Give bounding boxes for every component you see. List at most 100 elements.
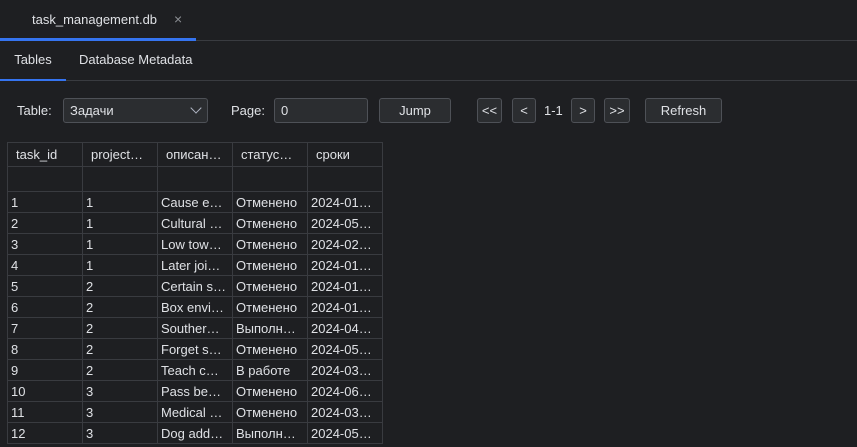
- next-page-button[interactable]: >: [571, 98, 595, 123]
- table-cell[interactable]: 3: [7, 233, 83, 255]
- filter-cell[interactable]: [157, 166, 233, 192]
- table-cell[interactable]: 3: [82, 401, 158, 423]
- table-cell[interactable]: 2024-01…: [307, 275, 383, 297]
- table-cell[interactable]: Certain s…: [157, 275, 233, 297]
- table-cell[interactable]: Box envi…: [157, 296, 233, 318]
- table-row[interactable]: 10 3 Pass be… Отменено 2024-06…: [7, 380, 383, 402]
- table-cell[interactable]: Отменено: [232, 380, 308, 402]
- table-cell[interactable]: 2024-05…: [307, 422, 383, 444]
- table-row[interactable]: 1 1 Cause e… Отменено 2024-01…: [7, 191, 383, 213]
- column-header[interactable]: project…: [82, 142, 158, 167]
- table-cell[interactable]: 2: [82, 296, 158, 318]
- table-cell[interactable]: Cause e…: [157, 191, 233, 213]
- table-cell[interactable]: Выполн…: [232, 422, 308, 444]
- tab-tables[interactable]: Tables: [0, 41, 66, 81]
- table-cell[interactable]: Отменено: [232, 338, 308, 360]
- file-tab-bar: task_management.db ×: [0, 0, 857, 41]
- table-cell[interactable]: 2024-06…: [307, 380, 383, 402]
- table-cell[interactable]: 3: [82, 380, 158, 402]
- table-row[interactable]: 2 1 Cultural … Отменено 2024-05…: [7, 212, 383, 234]
- file-tab-task-management[interactable]: task_management.db ×: [0, 0, 196, 41]
- table-cell[interactable]: Medical …: [157, 401, 233, 423]
- table-row[interactable]: 6 2 Box envi… Отменено 2024-01…: [7, 296, 383, 318]
- table-row[interactable]: 8 2 Forget s… Отменено 2024-05…: [7, 338, 383, 360]
- table-cell[interactable]: Отменено: [232, 212, 308, 234]
- table-cell[interactable]: Отменено: [232, 275, 308, 297]
- table-cell[interactable]: 2024-04…: [307, 317, 383, 339]
- table-cell[interactable]: 2024-01…: [307, 191, 383, 213]
- page-input[interactable]: [274, 98, 368, 123]
- table-row[interactable]: 9 2 Teach c… В работе 2024-03…: [7, 359, 383, 381]
- table-cell[interactable]: 1: [82, 191, 158, 213]
- table-cell[interactable]: Отменено: [232, 401, 308, 423]
- table-cell[interactable]: 2024-03…: [307, 359, 383, 381]
- table-cell[interactable]: Teach c…: [157, 359, 233, 381]
- first-page-button[interactable]: <<: [477, 98, 502, 123]
- filter-cell[interactable]: [82, 166, 158, 192]
- table-cell[interactable]: Отменено: [232, 233, 308, 255]
- table-cell[interactable]: 1: [82, 212, 158, 234]
- table-cell[interactable]: 1: [7, 191, 83, 213]
- column-header[interactable]: task_id: [7, 142, 83, 167]
- last-page-button[interactable]: >>: [604, 98, 630, 123]
- table-cell[interactable]: 2: [82, 317, 158, 339]
- table-cell[interactable]: 5: [7, 275, 83, 297]
- filter-cell[interactable]: [307, 166, 383, 192]
- table-cell[interactable]: 11: [7, 401, 83, 423]
- filter-cell[interactable]: [232, 166, 308, 192]
- table-row[interactable]: 12 3 Dog add… Выполн… 2024-05…: [7, 422, 383, 444]
- table-cell[interactable]: 6: [7, 296, 83, 318]
- column-header[interactable]: описан…: [157, 142, 233, 167]
- table-cell[interactable]: В работе: [232, 359, 308, 381]
- table-cell[interactable]: 1: [82, 254, 158, 276]
- table-cell[interactable]: Pass be…: [157, 380, 233, 402]
- table-cell[interactable]: 2: [7, 212, 83, 234]
- table-cell[interactable]: 2024-02…: [307, 233, 383, 255]
- table-row[interactable]: 7 2 Souther… Выполн… 2024-04…: [7, 317, 383, 339]
- table-cell[interactable]: 2: [82, 275, 158, 297]
- table-cell[interactable]: 2: [82, 338, 158, 360]
- table-cell[interactable]: 1: [82, 233, 158, 255]
- table-cell[interactable]: 9: [7, 359, 83, 381]
- refresh-button[interactable]: Refresh: [645, 98, 722, 123]
- table-cell[interactable]: Выполн…: [232, 317, 308, 339]
- filter-cell[interactable]: [7, 166, 83, 192]
- table-cell[interactable]: 2024-05…: [307, 212, 383, 234]
- table-cell[interactable]: Dog add…: [157, 422, 233, 444]
- table-cell[interactable]: 2024-05…: [307, 338, 383, 360]
- table-cell[interactable]: 12: [7, 422, 83, 444]
- table-row[interactable]: 4 1 Later joi… Отменено 2024-01…: [7, 254, 383, 276]
- table-cell[interactable]: Forget s…: [157, 338, 233, 360]
- table-cell[interactable]: Отменено: [232, 191, 308, 213]
- tab-database-metadata[interactable]: Database Metadata: [79, 41, 192, 81]
- column-header[interactable]: статус…: [232, 142, 308, 167]
- table-cell[interactable]: 8: [7, 338, 83, 360]
- chevron-down-icon: [190, 102, 202, 114]
- table-cell[interactable]: 2024-01…: [307, 296, 383, 318]
- table-row[interactable]: 5 2 Certain s… Отменено 2024-01…: [7, 275, 383, 297]
- table-cell[interactable]: 10: [7, 380, 83, 402]
- prev-page-button[interactable]: <: [512, 98, 536, 123]
- table-cell[interactable]: 2024-03…: [307, 401, 383, 423]
- table-cell[interactable]: Souther…: [157, 317, 233, 339]
- table-toolbar: Table: Задачи Page: Jump << < 1-1 > >> R…: [0, 82, 857, 140]
- table-cell[interactable]: 2024-01…: [307, 254, 383, 276]
- data-grid-area: task_id project… описан… статус… сроки 1…: [0, 140, 857, 447]
- close-icon[interactable]: ×: [174, 11, 182, 27]
- table-cell[interactable]: 2: [82, 359, 158, 381]
- table-cell[interactable]: Low tow…: [157, 233, 233, 255]
- table-row[interactable]: 11 3 Medical … Отменено 2024-03…: [7, 401, 383, 423]
- table-cell[interactable]: Отменено: [232, 254, 308, 276]
- file-tab-name: task_management.db: [32, 12, 158, 27]
- table-cell[interactable]: Later joi…: [157, 254, 233, 276]
- jump-button[interactable]: Jump: [379, 98, 451, 123]
- column-header[interactable]: сроки: [307, 142, 383, 167]
- table-cell[interactable]: 7: [7, 317, 83, 339]
- table-cell[interactable]: 3: [82, 422, 158, 444]
- table-cell[interactable]: Отменено: [232, 296, 308, 318]
- filter-row: [7, 166, 383, 192]
- table-cell[interactable]: Cultural …: [157, 212, 233, 234]
- table-select[interactable]: Задачи: [63, 98, 208, 123]
- table-row[interactable]: 3 1 Low tow… Отменено 2024-02…: [7, 233, 383, 255]
- table-cell[interactable]: 4: [7, 254, 83, 276]
